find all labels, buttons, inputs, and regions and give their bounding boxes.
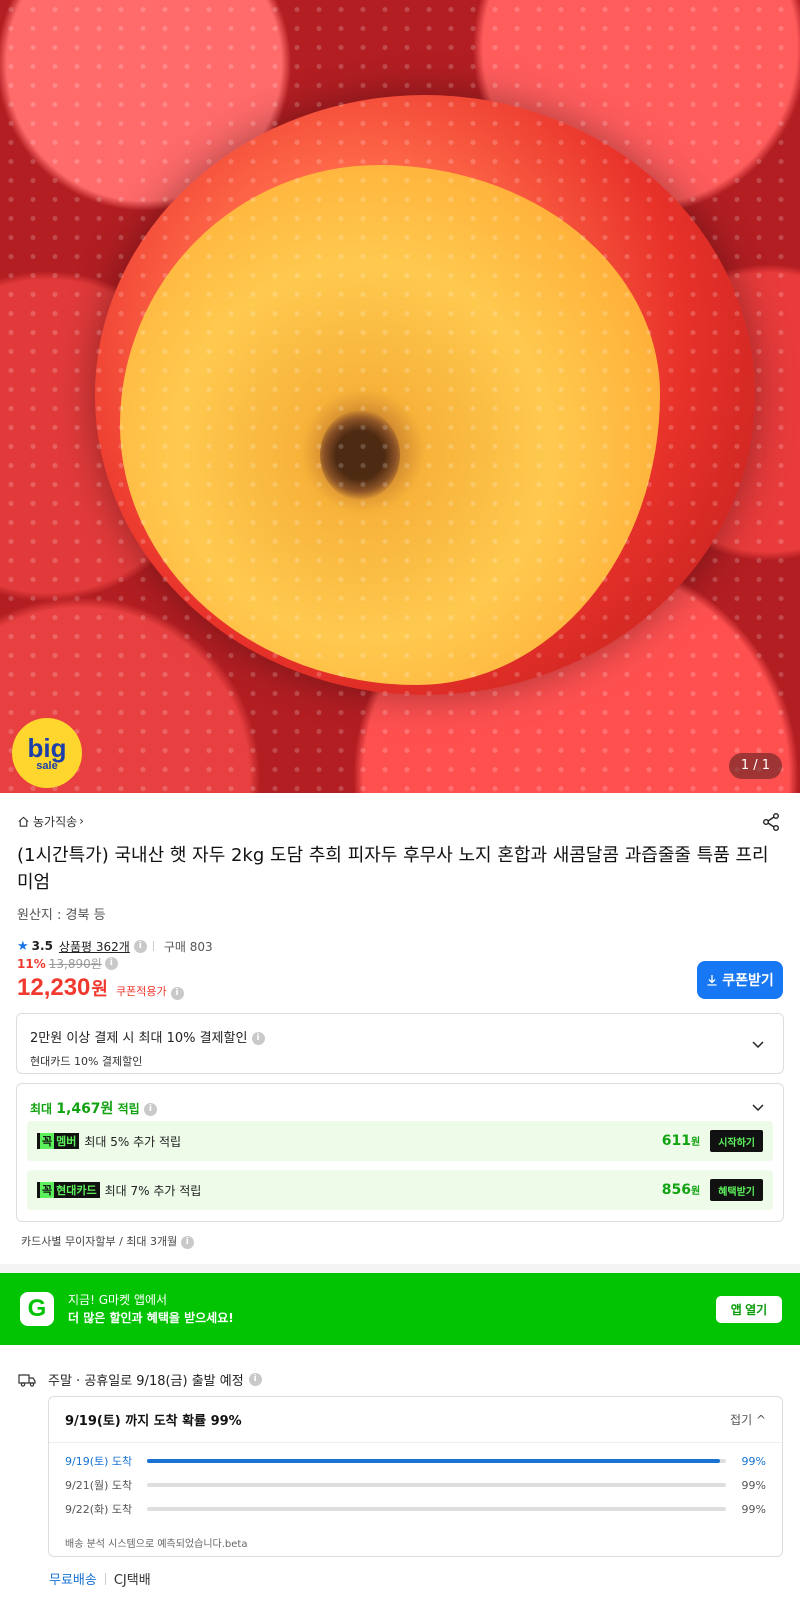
original-price: 13,890원 [48, 957, 102, 971]
rewards-prefix: 최대 [30, 1102, 57, 1116]
app-banner-line1: 지금! G마켓 앱에서 [68, 1293, 168, 1307]
coupon-applied-label: 쿠폰적용가 [115, 985, 167, 998]
installment-label: 카드사별 무이자할부 / 최대 3개월 [21, 1235, 178, 1248]
get-benefit-button[interactable]: 혜택받기 [710, 1179, 763, 1201]
carrier-label: CJ택배 [113, 1573, 151, 1588]
shipping-method: 무료배송 CJ택배 [49, 1569, 151, 1588]
probability-label: 9/19(토) 도착 [65, 1455, 133, 1468]
info-icon[interactable]: i [143, 1103, 157, 1116]
big-sale-badge: big sale [12, 718, 82, 788]
fold-toggle[interactable]: 접기 ^ [730, 1411, 766, 1428]
probability-value: 99% [741, 1502, 766, 1516]
probability-bar [147, 1507, 726, 1511]
open-app-button[interactable]: 앱 열기 [716, 1296, 782, 1323]
home-icon [18, 816, 29, 827]
review-link[interactable]: 상품평 362개 [59, 938, 130, 955]
installment-info: 카드사별 무이자할부 / 최대 3개월 i [21, 1233, 194, 1249]
rewards-suffix: 적립 [113, 1102, 140, 1116]
reward-row-hyundai-card: 꼭 현대카드 최대 7% 추가 적립 856원 혜택받기 [27, 1170, 773, 1210]
tag-label: 현대카드 [56, 1184, 97, 1197]
share-icon[interactable] [761, 812, 781, 832]
arrival-probability-box: 9/19(토) 까지 도착 확률 99% 접기 ^ 9/19(토) 도착 99%… [48, 1396, 783, 1557]
payment-discount-title: 2만원 이상 결제 시 최대 10% 결제할인 [30, 1031, 248, 1046]
card-tag: 꼭 현대카드 [37, 1182, 100, 1198]
reward-points: 856원 [662, 1182, 700, 1198]
reward-desc: 최대 7% 추가 적립 [104, 1183, 202, 1198]
probability-label: 9/21(월) 도착 [65, 1479, 133, 1492]
tag-mark: 꼭 [40, 1133, 55, 1149]
departure-text: 주말 · 공휴일로 9/18(금) 출발 예정 [48, 1374, 244, 1389]
breadcrumb[interactable]: 농가직송 › [17, 812, 783, 830]
chevron-down-icon[interactable] [751, 1037, 765, 1051]
chevron-up-icon: ^ [752, 1413, 766, 1427]
info-icon[interactable]: i [248, 1373, 262, 1386]
start-membership-button[interactable]: 시작하기 [710, 1130, 763, 1152]
info-icon[interactable]: i [170, 987, 184, 1000]
prediction-note: 배송 분석 시스템으로 예측되었습니다.beta [65, 1539, 248, 1550]
payment-discount-box[interactable]: 2만원 이상 결제 시 최대 10% 결제할인 i 현대카드 10% 결제할인 [16, 1013, 784, 1074]
product-origin: 원산지 : 경북 등 [17, 908, 106, 923]
reward-points-value: 611 [661, 1133, 691, 1149]
info-icon[interactable]: i [104, 957, 118, 970]
breadcrumb-label: 농가직송 [33, 814, 78, 829]
big-sale-badge-line2: sale [36, 759, 58, 772]
info-icon[interactable]: i [133, 939, 147, 953]
probability-row: 9/22(화) 도착 99% [65, 1501, 766, 1517]
currency-unit: 원 [91, 979, 108, 1000]
free-shipping-label: 무료배송 [49, 1573, 97, 1588]
probability-row: 9/19(토) 도착 99% [65, 1453, 766, 1469]
chevron-right-icon: › [79, 814, 84, 828]
image-counter: 1 / 1 [728, 753, 782, 779]
probability-fill [147, 1459, 721, 1463]
rating-score: 3.5 [31, 939, 53, 953]
reward-points: 611원 [662, 1133, 700, 1149]
tag-mark: 꼭 [40, 1182, 55, 1198]
payment-discount-detail: 현대카드 10% 결제할인 [30, 1055, 143, 1068]
product-info: 농가직송 › (1시간특가) 국내산 햇 자두 2kg 도담 추희 피자두 후무… [17, 812, 783, 955]
shipping-departure: 주말 · 공휴일로 9/18(금) 출발 예정 i [18, 1370, 262, 1389]
water-drops [0, 0, 800, 793]
tag-label: 멤버 [56, 1135, 77, 1148]
chevron-down-icon[interactable] [751, 1100, 765, 1114]
rewards-amount: 1,467원 [56, 1101, 114, 1117]
probability-label: 9/22(화) 도착 [65, 1503, 133, 1516]
big-sale-badge-line1: big [27, 732, 67, 763]
arrival-summary: 9/19(토) 까지 도착 확률 99% [65, 1414, 242, 1429]
purchase-count: 구매 803 [163, 939, 213, 954]
app-banner-line2: 더 많은 할인과 혜택을 받으세요! [68, 1311, 234, 1325]
rewards-box: 최대 1,467원 적립 i 꼭 멤버 최대 5% 추가 적립 611원 시작하기… [16, 1083, 784, 1222]
info-icon[interactable]: i [251, 1032, 265, 1045]
discount-percent: 11% [17, 956, 46, 971]
probability-value: 99% [741, 1454, 766, 1468]
coupon-download-button[interactable]: 쿠폰받기 [697, 961, 783, 999]
gmarket-logo-icon: G [20, 1292, 54, 1326]
rewards-header[interactable]: 최대 1,467원 적립 i [30, 1098, 157, 1118]
info-icon[interactable]: i [180, 1235, 194, 1249]
divider [104, 1572, 106, 1585]
probability-row: 9/21(월) 도착 99% [65, 1477, 766, 1493]
fold-label: 접기 [730, 1413, 753, 1427]
reward-desc: 최대 5% 추가 적립 [84, 1134, 182, 1149]
reward-points-unit: 원 [690, 1186, 701, 1197]
rating-row: ★ 3.5 상품평 362개 i 구매 803 [17, 937, 783, 955]
download-icon [707, 975, 717, 986]
reward-points-unit: 원 [690, 1137, 701, 1148]
coupon-button-label: 쿠폰받기 [722, 972, 774, 988]
member-tag: 꼭 멤버 [37, 1133, 80, 1149]
probability-bar [147, 1459, 726, 1463]
probability-value: 99% [741, 1478, 766, 1492]
star-icon: ★ [17, 938, 29, 954]
truck-icon [18, 1373, 36, 1387]
product-title: (1시간특가) 국내산 햇 자두 2kg 도담 추희 피자두 후무사 노지 혼합… [17, 845, 769, 893]
sale-price: 12,230 [17, 974, 91, 1001]
reward-row-member: 꼭 멤버 최대 5% 추가 적립 611원 시작하기 [27, 1121, 773, 1161]
product-image[interactable] [0, 0, 800, 793]
price-block: 11% 13,890원 i 12,230 원 쿠폰적용가 i [17, 955, 184, 1002]
reward-points-value: 856 [661, 1182, 691, 1198]
divider [152, 941, 154, 951]
app-banner[interactable]: G 지금! G마켓 앱에서 더 많은 할인과 혜택을 받으세요! 앱 열기 [0, 1273, 800, 1345]
probability-bar [147, 1483, 726, 1487]
